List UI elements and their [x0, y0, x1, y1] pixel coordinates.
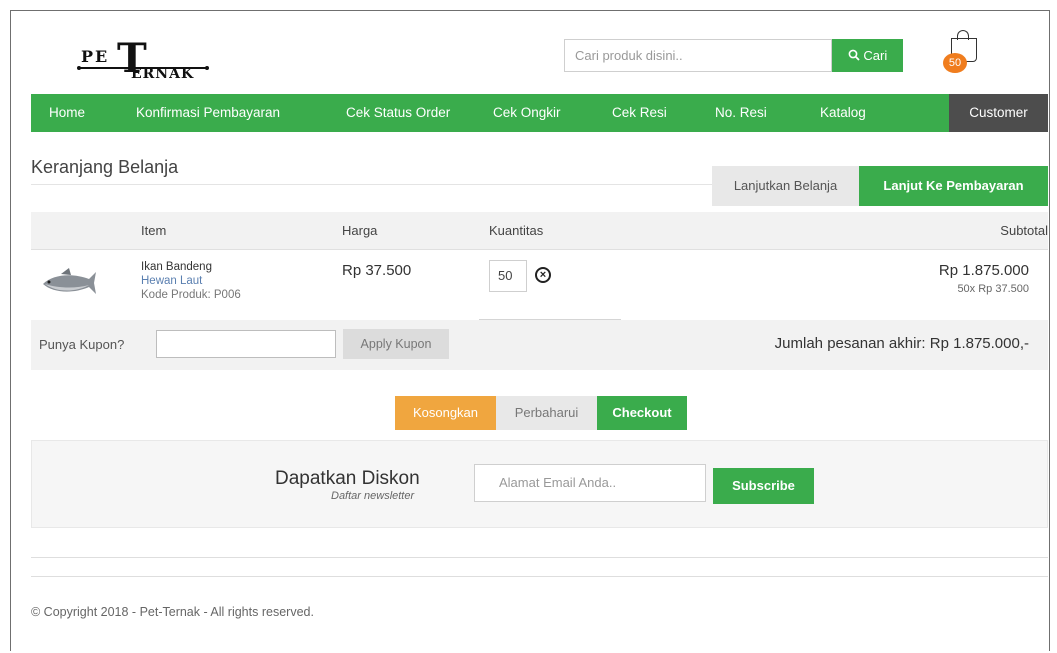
- product-name[interactable]: Ikan Bandeng: [141, 261, 212, 273]
- browser-frame: PE T ERNAK Cari produk disini.. Cari 50 …: [10, 10, 1050, 651]
- site-logo[interactable]: PE T ERNAK: [59, 25, 219, 87]
- checkout-button[interactable]: Checkout: [597, 396, 687, 430]
- column-header-item: Item: [141, 223, 167, 238]
- product-category-link[interactable]: Hewan Laut: [141, 275, 202, 287]
- row-subtotal-breakdown: 50x Rp 37.500: [957, 283, 1029, 295]
- row-subtotal: Rp 1.875.000: [938, 262, 1029, 279]
- column-header-quantity: Kuantitas: [489, 223, 544, 238]
- logo-dot: [77, 66, 81, 70]
- newsletter-email-input[interactable]: Alamat Email Anda..: [474, 464, 706, 502]
- empty-cart-button[interactable]: Kosongkan: [395, 396, 496, 430]
- quantity-input[interactable]: 50: [489, 260, 527, 292]
- coupon-label: Punya Kupon?: [39, 337, 125, 352]
- cart-button[interactable]: 50: [943, 28, 983, 73]
- nav-item-cek-ongkir[interactable]: Cek Ongkir: [493, 94, 561, 132]
- logo-dot: [205, 66, 209, 70]
- product-code: Kode Produk: P006: [141, 289, 241, 301]
- fish-image: [39, 264, 97, 300]
- subscribe-button[interactable]: Subscribe: [713, 468, 814, 504]
- nav-item-konfirmasi-pembayaran[interactable]: Konfirmasi Pembayaran: [136, 94, 280, 132]
- proceed-to-payment-button[interactable]: Lanjut Ke Pembayaran: [859, 166, 1048, 206]
- nav-item-katalog[interactable]: Katalog: [820, 94, 866, 132]
- search-input[interactable]: Cari produk disini..: [564, 39, 832, 72]
- newsletter-subtitle: Daftar newsletter: [331, 490, 415, 502]
- apply-coupon-button[interactable]: Apply Kupon: [343, 329, 449, 359]
- column-header-price: Harga: [342, 223, 378, 238]
- nav-item-customer[interactable]: Customer: [949, 94, 1048, 132]
- continue-shopping-button[interactable]: Lanjutkan Belanja: [712, 166, 859, 206]
- divider: [31, 249, 1048, 250]
- product-image: [39, 264, 97, 300]
- coupon-input[interactable]: [156, 330, 336, 358]
- divider: [31, 557, 1048, 558]
- product-price: Rp 37.500: [342, 262, 412, 279]
- search-button-label: Cari: [863, 48, 888, 63]
- remove-item-icon[interactable]: ×: [535, 267, 551, 283]
- nav-item-cek-status-order[interactable]: Cek Status Order: [346, 94, 450, 132]
- search-button[interactable]: Cari: [832, 39, 903, 72]
- update-cart-button[interactable]: Perbaharui: [496, 396, 597, 430]
- nav-item-home[interactable]: Home: [49, 94, 85, 132]
- page-title: Keranjang Belanja: [31, 157, 179, 177]
- column-header-subtotal: Subtotal: [1000, 223, 1048, 238]
- cart-count-badge: 50: [943, 53, 967, 73]
- logo-text-bottom: ERNAK: [131, 66, 195, 82]
- main-nav: Home Konfirmasi Pembayaran Cek Status Or…: [31, 94, 1048, 132]
- divider: [31, 576, 1048, 577]
- newsletter-title: Dapatkan Diskon: [275, 468, 420, 489]
- nav-item-cek-resi[interactable]: Cek Resi: [612, 94, 667, 132]
- footer-copyright: © Copyright 2018 - Pet-Ternak - All righ…: [31, 605, 314, 619]
- logo-text-top: PE: [81, 47, 110, 66]
- order-total: Jumlah pesanan akhir: Rp 1.875.000,-: [774, 335, 1029, 352]
- search-icon: [848, 49, 860, 61]
- cart-table-header: Item Harga Kuantitas Subtotal: [31, 212, 1048, 250]
- nav-item-no-resi[interactable]: No. Resi: [715, 94, 767, 132]
